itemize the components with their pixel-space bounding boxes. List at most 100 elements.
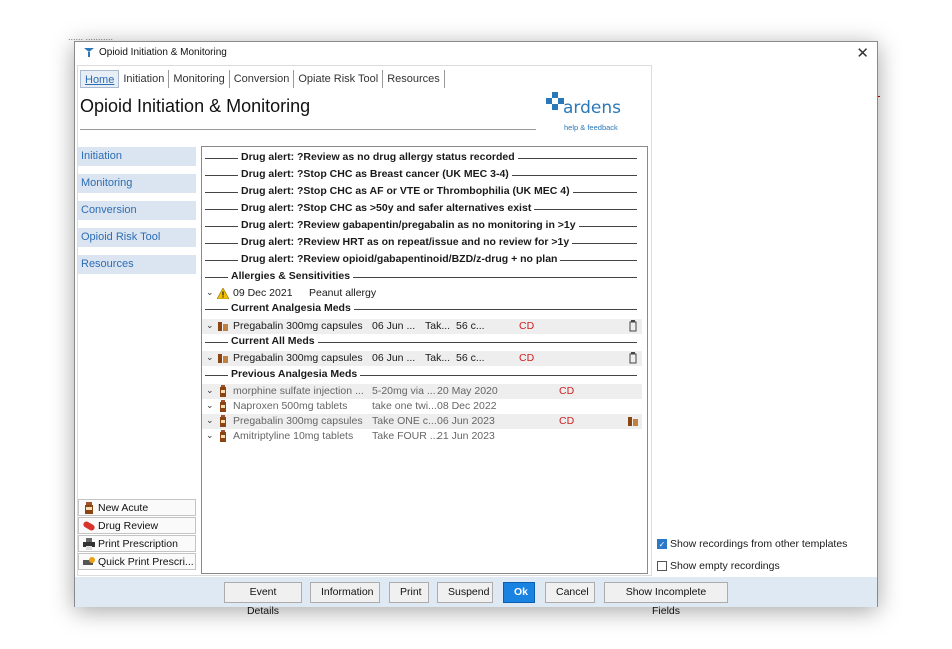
repeat-medication-icon (218, 322, 228, 331)
bottle-icon (85, 501, 93, 514)
repeat-medication-icon (628, 417, 638, 426)
quick-print-button[interactable]: Quick Print Prescri... (78, 553, 196, 570)
med-date: 06 Jun 2023 (437, 415, 495, 427)
med-dose: 5-20mg via ... (372, 385, 436, 397)
ok-button[interactable]: Ok (503, 582, 535, 603)
bottle-icon (220, 415, 226, 427)
section-header-current-all: Current All Meds (202, 335, 647, 350)
drug-alert-row[interactable]: Drug alert: ?Stop CHC as >50y and safer … (202, 201, 647, 218)
drug-alert-row[interactable]: Drug alert: ?Review opioid/gabapentinoid… (202, 252, 647, 269)
med-name: Naproxen 500mg tablets (233, 400, 348, 412)
title-divider (80, 129, 536, 130)
tab-home[interactable]: Home (80, 70, 120, 88)
nav-monitoring[interactable]: Monitoring (78, 174, 196, 193)
help-feedback-link[interactable]: help & feedback (564, 123, 618, 132)
nav-initiation[interactable]: Initiation (78, 147, 196, 166)
drug-alert-text: Drug alert: ?Review as no drug allergy s… (238, 151, 518, 163)
med-dose: Tak... (425, 320, 451, 332)
show-other-templates-option[interactable]: ✓ Show recordings from other templates (657, 538, 847, 550)
med-dose: Tak... (425, 352, 451, 364)
drug-alert-row[interactable]: Drug alert: ?Stop CHC as Breast cancer (… (202, 167, 647, 184)
print-button[interactable]: Print (389, 582, 429, 603)
previous-med-row[interactable]: ⌄ Pregabalin 300mg capsules Take ONE c..… (202, 414, 642, 429)
new-acute-button[interactable]: New Acute (78, 499, 196, 516)
med-date: 08 Dec 2022 (437, 400, 497, 412)
med-quantity: 56 c... (456, 352, 485, 364)
footer-bar: Event Details Information Print Suspend … (75, 577, 877, 617)
show-other-templates-checkbox[interactable]: ✓ (657, 539, 667, 549)
cancel-button[interactable]: Cancel (545, 582, 595, 603)
bottle-icon (220, 430, 226, 442)
tab-bar: Home Initiation Monitoring Conversion Op… (80, 70, 445, 88)
chevron-down-icon[interactable]: ⌄ (206, 320, 214, 331)
drug-review-button[interactable]: Drug Review (78, 517, 196, 534)
bottle-outline-icon (629, 320, 637, 332)
event-details-button[interactable]: Event Details (224, 582, 302, 617)
suspend-button[interactable]: Suspend (437, 582, 493, 603)
chevron-down-icon[interactable]: ⌄ (206, 352, 214, 363)
logo-wordmark: ardens (563, 98, 621, 118)
chevron-down-icon[interactable]: ⌄ (206, 400, 214, 411)
quick-print-label: Quick Print Prescri... (98, 555, 194, 568)
close-icon[interactable]: ✕ (856, 44, 869, 62)
drug-alert-text: Drug alert: ?Review gabapentin/pregabali… (238, 219, 579, 231)
ardens-logo[interactable]: ardens help & feedback (546, 92, 626, 134)
printer-icon (83, 537, 95, 550)
allergy-date: 09 Dec 2021 (233, 287, 293, 299)
drug-alert-text: Drug alert: ?Stop CHC as AF or VTE or Th… (238, 185, 573, 197)
nav-resources[interactable]: Resources (78, 255, 196, 274)
current-all-row[interactable]: ⌄ Pregabalin 300mg capsules 06 Jun ... T… (202, 351, 642, 366)
current-analgesia-row[interactable]: ⌄ Pregabalin 300mg capsules 06 Jun ... T… (202, 319, 642, 334)
section-header-current-analgesia: Current Analgesia Meds (202, 302, 647, 317)
section-header-previous-analgesia: Previous Analgesia Meds (202, 368, 647, 383)
med-dose: Take FOUR ... (372, 430, 439, 442)
tab-initiation[interactable]: Initiation (119, 70, 170, 88)
drug-review-label: Drug Review (98, 519, 159, 532)
show-incomplete-fields-button[interactable]: Show Incomplete Fields (604, 582, 728, 617)
previous-med-row[interactable]: ⌄ Amitriptyline 10mg tablets Take FOUR .… (202, 429, 642, 444)
med-date: 21 Jun 2023 (437, 430, 495, 442)
drug-alert-row[interactable]: Drug alert: ?Review HRT as on repeat/iss… (202, 235, 647, 252)
information-button[interactable]: Information (310, 582, 380, 603)
pill-icon (83, 521, 95, 530)
bottle-icon (220, 385, 226, 397)
option-label: Show empty recordings (670, 560, 780, 572)
drug-alert-text: Drug alert: ?Review opioid/gabapentinoid… (238, 253, 561, 265)
show-empty-checkbox[interactable] (657, 561, 667, 571)
tab-monitoring[interactable]: Monitoring (169, 70, 230, 88)
page-title: Opioid Initiation & Monitoring (80, 96, 311, 116)
previous-med-row[interactable]: ⌄ morphine sulfate injection ... 5-20mg … (202, 384, 642, 399)
option-label: Show recordings from other templates (670, 538, 848, 550)
chevron-down-icon[interactable]: ⌄ (206, 430, 214, 441)
drug-alert-row[interactable]: Drug alert: ?Stop CHC as AF or VTE or Th… (202, 184, 647, 201)
chevron-down-icon[interactable]: ⌄ (206, 385, 214, 396)
med-start: 06 Jun ... (372, 320, 416, 332)
allergy-text: Peanut allergy (309, 287, 377, 299)
chevron-down-icon[interactable]: ⌄ (206, 415, 214, 426)
allergy-row[interactable]: ⌄ 09 Dec 2021 Peanut allergy (202, 286, 642, 301)
quick-print-icon (83, 556, 95, 565)
nav-opioid-risk-tool[interactable]: Opioid Risk Tool (78, 228, 196, 247)
med-dose: Take ONE c... (372, 415, 437, 427)
window-title: Opioid Initiation & Monitoring (99, 47, 227, 58)
drug-alert-text: Drug alert: ?Stop CHC as >50y and safer … (238, 202, 535, 214)
drug-alert-row[interactable]: Drug alert: ?Review as no drug allergy s… (202, 150, 647, 167)
chevron-down-icon[interactable]: ⌄ (206, 287, 214, 298)
med-name: Pregabalin 300mg capsules (233, 320, 363, 332)
new-acute-label: New Acute (98, 501, 149, 514)
show-empty-option[interactable]: Show empty recordings (657, 560, 780, 572)
dialog-window: Opioid Initiation & Monitoring ✕ Home In… (74, 41, 878, 617)
section-title: Allergies & Sensitivities (228, 270, 354, 282)
controlled-drug-badge: CD (559, 385, 575, 397)
tab-resources[interactable]: Resources (383, 70, 445, 88)
tab-conversion[interactable]: Conversion (230, 70, 295, 88)
med-name: Pregabalin 300mg capsules (233, 415, 363, 427)
drug-alert-row[interactable]: Drug alert: ?Review gabapentin/pregabali… (202, 218, 647, 235)
tab-opiate-risk-tool[interactable]: Opiate Risk Tool (294, 70, 384, 88)
template-panel: Home Initiation Monitoring Conversion Op… (77, 65, 652, 576)
controlled-drug-badge: CD (559, 415, 575, 427)
section-title: Current Analgesia Meds (228, 302, 354, 314)
nav-conversion[interactable]: Conversion (78, 201, 196, 220)
previous-med-row[interactable]: ⌄ Naproxen 500mg tablets take one twi...… (202, 399, 642, 414)
print-prescription-button[interactable]: Print Prescription (78, 535, 196, 552)
